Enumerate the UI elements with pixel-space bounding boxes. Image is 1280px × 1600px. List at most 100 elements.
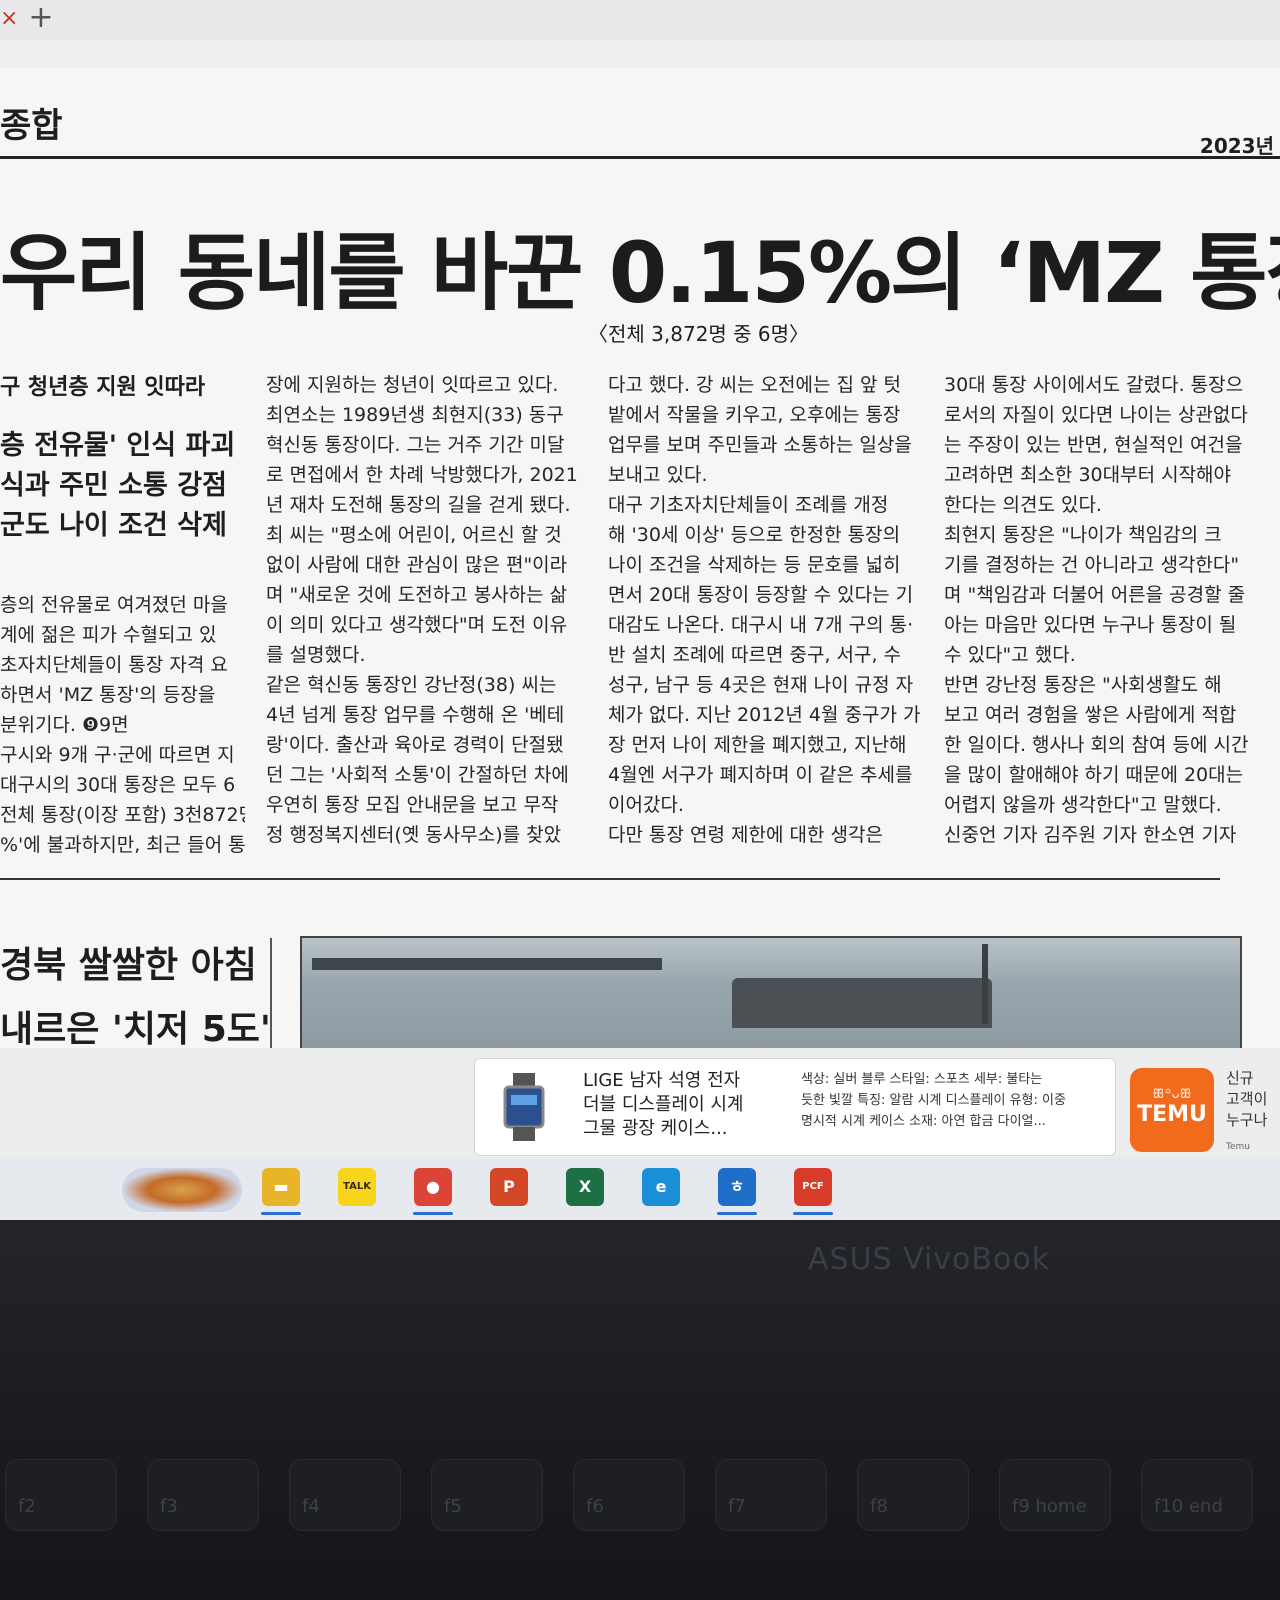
temu-mark: ꕥ꙳ᴗꕥ xyxy=(1152,1087,1192,1102)
page-date: 2023년 xyxy=(1199,134,1274,158)
article-line: 체가 없다. 지난 2012년 4월 중구가 가 xyxy=(608,704,921,726)
viewer-toolbar-area xyxy=(0,40,1280,68)
function-key[interactable]: f6 xyxy=(574,1460,684,1530)
article-line: 우연히 통장 모집 안내문을 보고 무작 xyxy=(266,794,559,816)
article-line: 한 일이다. 행사나 회의 참여 등에 시간 xyxy=(944,734,1249,756)
temu-logo[interactable]: ꕥ꙳ᴗꕥ TEMU xyxy=(1130,1068,1214,1152)
article-line: %'에 불과하지만, 최근 들어 통 xyxy=(0,834,245,856)
article-line: 로서의 자질이 있다면 나이는 상관없다 xyxy=(944,404,1248,426)
next-article-subheadline: 내르은 '치저 5도' xyxy=(0,1009,271,1048)
watch-product-icon xyxy=(503,1073,545,1141)
key-label: f8 xyxy=(870,1496,888,1517)
section-label: 종합 xyxy=(0,106,63,146)
article-line: 성구, 남구 등 4곳은 현재 나이 규정 자 xyxy=(608,674,914,696)
article-line: 이어갔다. xyxy=(608,794,684,816)
article-line: 해 '30세 이상' 등으로 한정한 통장의 xyxy=(608,524,901,546)
article-line: 구시와 9개 구·군에 따르면 지 xyxy=(0,744,235,766)
article-line: 면서 20대 통장이 등장할 수 있다는 기 xyxy=(608,584,914,606)
key-label: f2 xyxy=(18,1496,36,1517)
article-bottom-rule xyxy=(0,878,1220,880)
weather-widget-icon[interactable] xyxy=(122,1168,242,1212)
article-column-4: 30대 통장 사이에서도 갈렸다. 통장으로서의 자질이 있다면 나이는 상관없… xyxy=(944,370,1248,850)
column-divider xyxy=(270,938,272,1048)
article-line: 아는 마음만 있다면 누구나 통장이 될 xyxy=(944,614,1237,636)
article-line: 장 먼저 나이 제한을 폐지했고, 지난해 xyxy=(608,734,907,756)
key-label: f7 xyxy=(728,1496,746,1517)
article-line: 밭에서 작물을 키우고, 오후에는 통장 xyxy=(608,404,901,426)
edge-icon[interactable]: e xyxy=(642,1168,680,1206)
deck-item: 군도 나이 조건 삭제 xyxy=(0,510,227,541)
chrome-icon[interactable]: ● xyxy=(414,1168,452,1206)
article-line: 반 설치 조례에 따르면 중구, 서구, 수 xyxy=(608,644,902,666)
article-line: 한다는 의견도 있다. xyxy=(944,494,1102,516)
article-line: 년 재차 도전해 통장의 길을 걷게 됐다. xyxy=(266,494,571,516)
laptop-brand: ASUS VivoBook xyxy=(808,1242,1051,1277)
hangul-icon[interactable]: ㅎ xyxy=(718,1168,756,1206)
running-indicator xyxy=(717,1212,757,1215)
photo-pier xyxy=(312,958,662,970)
article-line: 4년 넘게 통장 업무를 수행해 온 '베테 xyxy=(266,704,565,726)
article-line: 반면 강난정 통장은 "사회생활도 해 xyxy=(944,674,1222,696)
article-line: 이 의미 있다고 생각했다"며 도전 이유 xyxy=(266,614,568,636)
article-line: 어렵지 않을까 생각한다"고 말했다. xyxy=(944,794,1222,816)
article-line: 혁신동 통장이다. 그는 거주 기간 미달 xyxy=(266,434,565,456)
article-line: 보내고 있다. xyxy=(608,464,708,486)
browser-tab-strip: × + xyxy=(0,0,1280,41)
article-line: 랑'이다. 출산과 육아로 경력이 단절됐 xyxy=(266,734,564,756)
function-key[interactable]: f10 end xyxy=(1142,1460,1252,1530)
next-article-headline: 경북 쌀쌀한 아침 xyxy=(0,945,257,986)
tab-close-icon[interactable]: × xyxy=(0,4,18,34)
function-key[interactable]: f5 xyxy=(432,1460,542,1530)
kakaotalk-icon[interactable]: TALK xyxy=(338,1168,376,1206)
taskbar: ▬ TALK ● P Xe ㅎ PCF xyxy=(0,1158,1280,1220)
photo-ship-mast xyxy=(982,944,988,1024)
article-line: 를 설명했다. xyxy=(266,644,366,666)
article-line: 초자치단체들이 통장 자격 요 xyxy=(0,654,228,676)
article-line: 최현지 통장은 "나이가 책임감의 크 xyxy=(944,524,1222,546)
article-column-2: 장에 지원하는 청년이 잇따르고 있다. 최연소는 1989년생 최현지(33)… xyxy=(266,370,578,850)
running-indicator xyxy=(261,1212,301,1215)
powerpoint-icon[interactable]: P xyxy=(490,1168,528,1206)
article-line: 며 "책임감과 더불어 어른을 공경할 줄 xyxy=(944,584,1246,606)
article-line: 최 씨는 "평소에 어린이, 어르신 할 것 xyxy=(266,524,562,546)
article-line: 기를 결정하는 건 아니라고 생각한다" xyxy=(944,554,1240,576)
file-explorer-icon[interactable]: ▬ xyxy=(262,1168,300,1206)
ad-title[interactable]: LIGE 남자 석영 전자 더블 디스플레이 시계 그물 광장 케이스... xyxy=(583,1069,783,1141)
article-line: 장에 지원하는 청년이 잇따르고 있다. xyxy=(266,374,559,396)
deck-item: 구 청년층 지원 잇따라 xyxy=(0,375,206,400)
article-line: 을 많이 할애해야 하기 때문에 20대는 xyxy=(944,764,1244,786)
article-line: 30대 통장 사이에서도 갈렸다. 통장으 xyxy=(944,374,1244,396)
pcf-app-icon[interactable]: PCF xyxy=(794,1168,832,1206)
article-line: 신중언 기자 김주원 기자 한소연 기자 xyxy=(944,824,1237,846)
ad-side-small: Temu xyxy=(1226,1142,1250,1152)
function-key[interactable]: f4 xyxy=(290,1460,400,1530)
function-key[interactable]: f8 xyxy=(858,1460,968,1530)
function-key[interactable]: f7 xyxy=(716,1460,826,1530)
ad-banner: LIGE 남자 석영 전자 더블 디스플레이 시계 그물 광장 케이스... 색… xyxy=(0,1048,1280,1158)
article-line: 업무를 보며 주민들과 소통하는 일상을 xyxy=(608,434,912,456)
function-key[interactable]: f3 xyxy=(148,1460,258,1530)
function-key[interactable]: f9 home xyxy=(1000,1460,1110,1530)
running-indicator xyxy=(793,1212,833,1215)
article-column-lead: 층의 전유물로 여겨졌던 마을 계에 젊은 피가 수혈되고 있 초자치단체들이 통장… xyxy=(0,590,245,860)
ad-card[interactable]: LIGE 남자 석영 전자 더블 디스플레이 시계 그물 광장 케이스... 색… xyxy=(474,1058,1116,1156)
deck-item: 층 전유물' 인식 파괴 xyxy=(0,430,236,461)
article-line: 전체 통장(이장 포함) 3천872명 xyxy=(0,804,245,826)
ad-description: 색상: 실버 블루 스타일: 스포츠 세부: 불타는 듯한 빛깔 특징: 알람 … xyxy=(801,1072,1066,1129)
new-tab-button[interactable]: + xyxy=(26,2,56,34)
article-line: 보고 여러 경험을 쌓은 사람에게 적합 xyxy=(944,704,1237,726)
article-line: 정 행정복지센터(옛 동사무소)를 찾았 xyxy=(266,824,562,846)
article-line: 층의 전유물로 여겨졌던 마을 xyxy=(0,594,228,616)
key-label: f3 xyxy=(160,1496,178,1517)
ad-side-text: 신규 고객이 누구나 xyxy=(1226,1069,1268,1129)
key-label: f5 xyxy=(444,1496,462,1517)
article-line: 나이 조건을 삭제하는 등 문호를 넓히 xyxy=(608,554,901,576)
article-line: 같은 혁신동 통장인 강난정(38) 씨는 xyxy=(266,674,557,696)
function-key[interactable]: f2 xyxy=(6,1460,116,1530)
header-rule xyxy=(0,156,1280,159)
article-line: 최연소는 1989년생 최현지(33) 동구 xyxy=(266,404,564,426)
article-line: 고려하면 최소한 30대부터 시작해야 xyxy=(944,464,1232,486)
excel-icon[interactable]: X xyxy=(566,1168,604,1206)
running-indicator xyxy=(413,1212,453,1215)
article-subhead: 〈전체 3,872명 중 6명〉 xyxy=(588,322,810,346)
